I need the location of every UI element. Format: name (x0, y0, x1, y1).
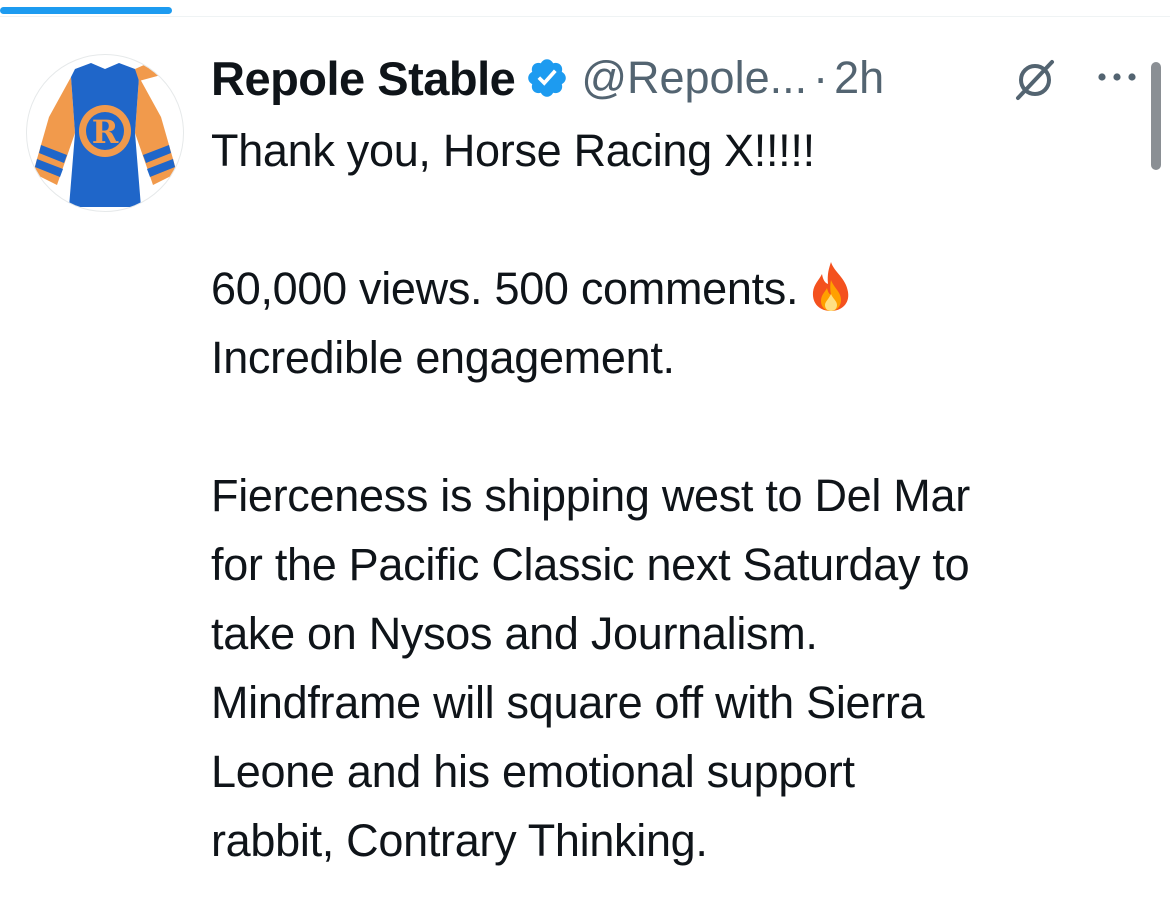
separator-dot: · (813, 52, 829, 103)
top-divider (0, 16, 1170, 17)
post-timestamp[interactable]: 2h (834, 52, 884, 104)
post-text-line: 60,000 views. 500 comments. (211, 254, 1156, 323)
post-text-line: Fierceness is shipping west to Del Mar (211, 470, 970, 521)
post-text-line-content: 60,000 views. 500 comments. (211, 263, 799, 314)
fire-emoji-icon (808, 260, 854, 312)
page-load-progress-fill (0, 7, 172, 14)
post-text-line (211, 392, 1156, 461)
author-handle[interactable]: @Repole... (581, 52, 807, 104)
post-header: Repole Stable @Repole... · 2h (211, 50, 884, 106)
post-text-line: Thank you, Horse Racing X!!!!! (211, 125, 815, 176)
page-load-progress-bar (0, 0, 1170, 16)
author-display-name[interactable]: Repole Stable (211, 51, 516, 106)
post-text-line: Incredible engagement. (211, 332, 675, 383)
avatar-letter: R (92, 113, 119, 151)
post-text-line: rabbit, Contrary Thinking. (211, 815, 708, 866)
post-text-line: Leone and his emotional support (211, 746, 855, 797)
post-text-line (211, 185, 1156, 254)
grok-icon[interactable] (1012, 56, 1058, 102)
post-text-line: take on Nysos and Journalism. (211, 608, 818, 659)
jockey-silks-avatar: R (33, 61, 177, 207)
post-text-line: for the Pacific Classic next Saturday to (211, 539, 970, 590)
more-options-icon[interactable] (1094, 62, 1140, 92)
post-text: Thank you, Horse Racing X!!!!! 60,000 vi… (211, 116, 1156, 875)
verified-badge-icon[interactable] (525, 56, 569, 100)
avatar[interactable]: R (26, 54, 184, 212)
post-text-line: Mindframe will square off with Sierra (211, 677, 925, 728)
